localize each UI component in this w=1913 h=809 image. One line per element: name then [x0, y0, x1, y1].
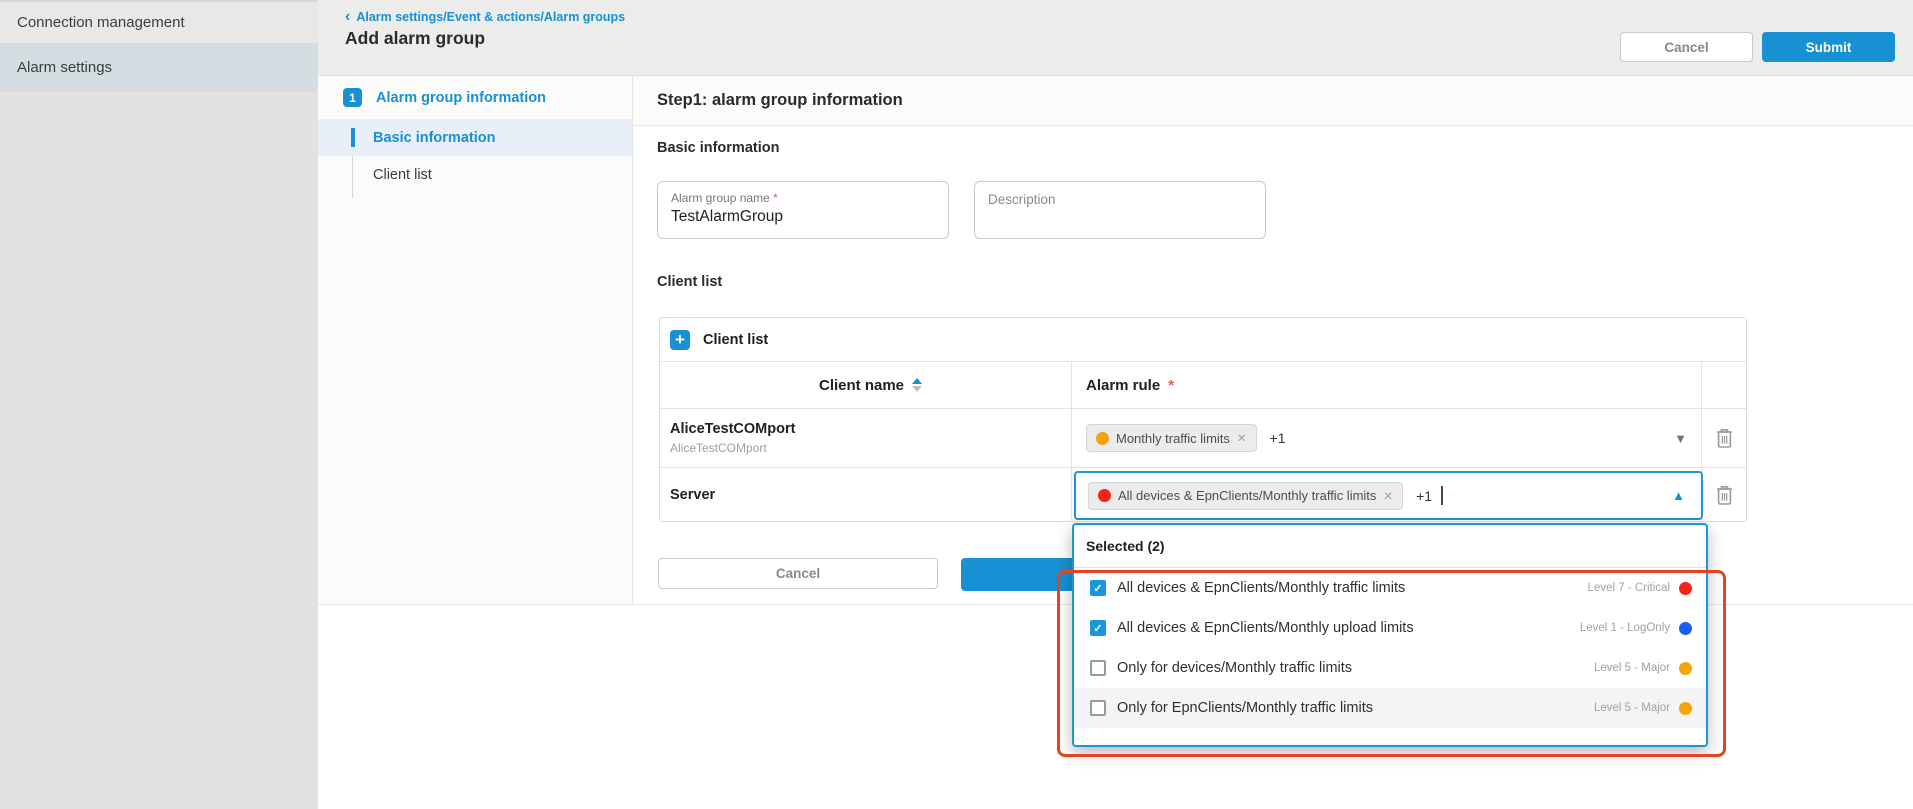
remove-tag-icon[interactable]: ✕ [1383, 489, 1393, 503]
dropdown-option[interactable]: ✓ All devices & EpnClients/Monthly traff… [1074, 568, 1706, 608]
severity-level-label: Level 5 - Major [1593, 702, 1670, 714]
step-nav-item-basic-information[interactable]: Basic information [318, 119, 632, 156]
dropdown-selected-header: Selected (2) [1074, 525, 1706, 568]
option-label: Only for devices/Monthly traffic limits [1117, 660, 1353, 676]
remove-tag-icon[interactable]: ✕ [1237, 431, 1247, 445]
add-client-label: Client list [703, 331, 769, 348]
severity-level-label: Level 5 - Major [1593, 662, 1670, 674]
sidebar-item-connection-management[interactable]: Connection management [0, 2, 318, 43]
checkbox-unchecked-icon[interactable] [1090, 660, 1106, 676]
client-name-cell: Server [660, 468, 1072, 522]
step-label: Alarm group information [376, 89, 546, 106]
severity-dot [1096, 431, 1109, 445]
row-actions-cell [1702, 409, 1746, 467]
checkbox-unchecked-icon[interactable] [1090, 700, 1106, 716]
more-count: +1 [1269, 430, 1286, 446]
severity-dot [1679, 701, 1692, 715]
more-count: +1 [1416, 487, 1433, 504]
page-header: ‹ Alarm settings/Event & actions/Alarm g… [318, 0, 1913, 76]
step-nav: 1 Alarm group information Basic informat… [318, 76, 633, 604]
option-label: All devices & EpnClients/Monthly traffic… [1117, 580, 1406, 596]
client-name: AliceTestCOMport [670, 421, 796, 437]
table-row: AliceTestCOMport AliceTestCOMport Monthl… [660, 409, 1746, 468]
option-label: All devices & EpnClients/Monthly upload … [1117, 620, 1414, 636]
step-nav-item-alarm-group-information[interactable]: 1 Alarm group information [318, 76, 632, 119]
tag-label: All devices & EpnClients/Monthly traffic… [1118, 488, 1377, 503]
alarm-rule-cell: All devices & EpnClients/Monthly traffic… [1072, 468, 1703, 522]
back-chevron-icon[interactable]: ‹ [345, 9, 350, 25]
alarm-rule-tag: All devices & EpnClients/Monthly traffic… [1088, 481, 1404, 510]
client-name: Server [670, 487, 716, 503]
sort-ascending-icon [912, 378, 923, 384]
severity-level-label: Level 1 - LogOnly [1579, 622, 1670, 634]
tag-label: Monthly traffic limits [1116, 430, 1230, 446]
required-asterisk: * [1168, 376, 1175, 394]
page-title: Add alarm group [345, 28, 486, 48]
step-number-badge: 1 [343, 88, 362, 107]
sort-icon[interactable] [912, 378, 923, 392]
submit-button[interactable]: Submit [1762, 32, 1895, 62]
row-actions-cell [1702, 468, 1746, 522]
delete-row-icon[interactable] [1715, 427, 1734, 449]
alarm-rule-tag: Monthly traffic limits ✕ [1086, 424, 1257, 452]
dropdown-option[interactable]: Only for EpnClients/Monthly traffic limi… [1074, 688, 1706, 728]
app-sidebar: Connection management Alarm settings [0, 0, 318, 809]
client-name-column-header: Client name [660, 362, 1072, 408]
table-row: Server All devices & EpnClients/Monthly … [660, 468, 1746, 522]
alarm-group-name-value: TestAlarmGroup [671, 208, 783, 225]
client-name-cell: AliceTestCOMport AliceTestCOMport [660, 409, 1072, 467]
client-list-panel: + Client list Client name Alarm rule * A… [659, 317, 1747, 522]
step-cancel-button[interactable]: Cancel [658, 558, 938, 589]
add-client-button[interactable]: + Client list [660, 318, 1746, 362]
severity-level-label: Level 7 - Critical [1587, 582, 1670, 594]
severity-dot [1679, 621, 1692, 635]
dropdown-option[interactable]: ✓ All devices & EpnClients/Monthly uploa… [1074, 608, 1706, 648]
description-field[interactable]: Description [974, 181, 1266, 239]
sidebar-item-alarm-settings[interactable]: Alarm settings [0, 43, 318, 92]
sidebar-item-label: Alarm settings [17, 59, 113, 76]
alarm-rule-column-header: Alarm rule * [1072, 362, 1702, 408]
step-title-row: Step1: alarm group information [633, 76, 1913, 126]
basic-information-section-label: Basic information [657, 140, 780, 156]
alarm-group-name-label: Alarm group name * [671, 191, 778, 205]
checkbox-checked-icon[interactable]: ✓ [1090, 580, 1106, 596]
active-indicator-bar [351, 128, 355, 147]
option-label: Only for EpnClients/Monthly traffic limi… [1117, 700, 1373, 716]
severity-dot [1098, 489, 1111, 502]
cancel-button[interactable]: Cancel [1620, 32, 1753, 62]
alarm-rule-dropdown: Selected (2) ✓ All devices & EpnClients/… [1072, 523, 1708, 747]
delete-row-icon[interactable] [1715, 484, 1734, 506]
plus-icon: + [670, 329, 690, 350]
severity-dot [1679, 581, 1692, 595]
breadcrumb-label: Alarm settings/Event & actions/Alarm gro… [356, 10, 626, 24]
step-subitem-label: Client list [373, 166, 432, 183]
alarm-rule-select[interactable]: Monthly traffic limits ✕ +1 ▼ [1072, 409, 1702, 467]
table-header-row: Client name Alarm rule * [660, 362, 1746, 409]
text-cursor [1441, 486, 1443, 505]
step-subitem-label: Basic information [373, 129, 496, 146]
sidebar-item-label: Connection management [17, 14, 185, 31]
severity-dot [1679, 661, 1692, 675]
checkbox-checked-icon[interactable]: ✓ [1090, 620, 1106, 636]
dropdown-option[interactable]: Only for devices/Monthly traffic limits … [1074, 648, 1706, 688]
alarm-rule-select-focused[interactable]: All devices & EpnClients/Monthly traffic… [1074, 471, 1703, 520]
step-title: Step1: alarm group information [657, 91, 903, 109]
actions-column-header [1702, 362, 1746, 408]
breadcrumb[interactable]: ‹ Alarm settings/Event & actions/Alarm g… [345, 9, 626, 25]
chevron-up-icon[interactable]: ▲ [1672, 488, 1685, 503]
alarm-group-name-field[interactable]: Alarm group name * TestAlarmGroup [657, 181, 949, 239]
description-placeholder: Description [988, 192, 1056, 207]
chevron-down-icon[interactable]: ▼ [1674, 431, 1687, 446]
client-list-section-label: Client list [657, 274, 723, 290]
step-nav-item-client-list[interactable]: Client list [318, 156, 632, 193]
client-subtitle: AliceTestCOMport [670, 441, 767, 455]
required-asterisk: * [773, 191, 778, 205]
sort-descending-icon [912, 386, 923, 392]
